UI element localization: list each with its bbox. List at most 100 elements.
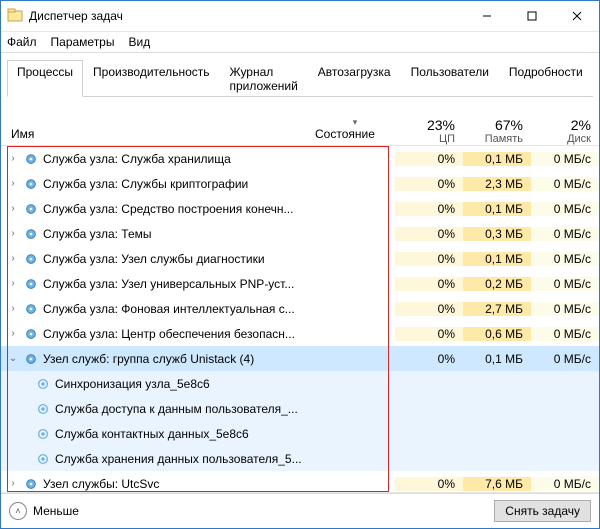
sort-indicator-status: ▾ (315, 117, 395, 127)
header-name[interactable]: Имя (1, 117, 315, 145)
process-name: Служба хранения данных пользователя_5... (55, 452, 302, 466)
tab-performance[interactable]: Производительность (83, 60, 219, 97)
cell-disk: 0 МБ/с (531, 327, 599, 341)
expand-toggle[interactable]: › (7, 478, 19, 489)
header-name-label: Имя (11, 127, 34, 141)
table-row[interactable]: ›Узел службы: UtcSvc0%7,6 МБ0 МБ/с (1, 471, 599, 492)
header-disk-pct: 2% (571, 117, 591, 133)
process-name: Служба узла: Узел универсальных PNP-уст.… (43, 277, 294, 291)
table-row[interactable]: ›Служба узла: Средство построения конечн… (1, 196, 599, 221)
table-row[interactable]: › Служба узла: Служба хранилища 0%0,1 МБ0 … (1, 146, 599, 171)
cell-cpu: 0% (395, 152, 463, 166)
process-list[interactable]: ›Служба узла: Служба хранилища0%0,1 МБ0 … (1, 146, 599, 492)
table-row[interactable]: Служба доступа к данным пользователя_... (1, 396, 599, 421)
content: Имя ▾ Состояние 23% ЦП 67% Память 2% Дис… (1, 97, 599, 492)
cell-mem: 0,1 МБ (463, 152, 531, 166)
cell-cpu: 0% (395, 352, 463, 366)
process-name: Служба узла: Узел службы диагностики (43, 252, 265, 266)
cell-disk: 0 МБ/с (531, 202, 599, 216)
column-headers: Имя ▾ Состояние 23% ЦП 67% Память 2% Дис… (1, 97, 599, 146)
gear-icon (23, 151, 39, 167)
gear-icon (23, 251, 39, 267)
tab-users[interactable]: Пользователи (401, 60, 499, 97)
titlebar[interactable]: Диспетчер задач (1, 1, 599, 32)
service-icon (35, 376, 51, 392)
header-cpu[interactable]: 23% ЦП (395, 117, 463, 145)
app-icon (7, 8, 23, 24)
cell-disk: 0 МБ/с (531, 277, 599, 291)
process-name: Служба узла: Службы криптографии (43, 177, 248, 191)
cell-cpu: 0% (395, 202, 463, 216)
gear-icon (23, 201, 39, 217)
menu-view[interactable]: Вид (128, 35, 150, 49)
header-status[interactable]: ▾ Состояние (315, 117, 395, 145)
expand-toggle[interactable]: › (7, 253, 19, 264)
minimize-button[interactable] (464, 2, 509, 31)
fewer-details-label: Меньше (33, 504, 79, 518)
gear-icon (23, 326, 39, 342)
header-memory[interactable]: 67% Память (463, 117, 531, 145)
cell-cpu: 0% (395, 277, 463, 291)
menu-file[interactable]: Файл (7, 35, 37, 49)
table-row[interactable]: ›Служба узла: Узел службы диагностики0%0… (1, 246, 599, 271)
tab-processes[interactable]: Процессы (7, 60, 83, 97)
expand-toggle[interactable]: › (7, 178, 19, 189)
table-row[interactable]: Служба хранения данных пользователя_5... (1, 446, 599, 471)
tab-services[interactable]: Службы (593, 60, 600, 97)
taskmgr-window: Диспетчер задач Файл Параметры Вид Проце… (0, 0, 600, 529)
process-name: Служба узла: Служба хранилища (43, 152, 231, 166)
end-task-button[interactable]: Снять задачу (494, 500, 591, 522)
expand-toggle[interactable]: › (7, 328, 19, 339)
cell-disk: 0 МБ/с (531, 227, 599, 241)
cell-mem: 0,6 МБ (463, 327, 531, 341)
header-mem-pct: 67% (495, 117, 523, 133)
expand-toggle[interactable]: › (7, 153, 19, 164)
gear-icon (23, 351, 39, 367)
cell-mem: 0,1 МБ (463, 252, 531, 266)
process-name: Служба контактных данных_5e8c6 (55, 427, 249, 441)
tab-details[interactable]: Подробности (499, 60, 593, 97)
header-disk[interactable]: 2% Диск (531, 117, 599, 145)
table-row[interactable]: ⌄Узел служб: группа служб Unistack (4)0%… (1, 346, 599, 371)
table-row[interactable]: ›Служба узла: Фоновая интеллектуальная с… (1, 296, 599, 321)
table-row[interactable]: Служба контактных данных_5e8c6 (1, 421, 599, 446)
cell-mem: 2,3 МБ (463, 177, 531, 191)
gear-icon (23, 276, 39, 292)
footer: ˄ Меньше Снять задачу (1, 493, 599, 528)
process-name: Служба узла: Темы (43, 227, 152, 241)
process-name: Служба узла: Центр обеспечения безопасн.… (43, 327, 295, 341)
expand-toggle[interactable]: › (7, 303, 19, 314)
maximize-button[interactable] (509, 2, 554, 31)
window-title: Диспетчер задач (29, 9, 464, 23)
cell-mem: 0,3 МБ (463, 227, 531, 241)
cell-cpu: 0% (395, 177, 463, 191)
cell-mem: 2,7 МБ (463, 302, 531, 316)
cell-cpu: 0% (395, 227, 463, 241)
gear-icon (23, 226, 39, 242)
close-button[interactable] (554, 2, 599, 31)
header-disk-label: Диск (567, 133, 591, 145)
cell-disk: 0 МБ/с (531, 152, 599, 166)
expand-toggle[interactable]: ⌄ (7, 353, 19, 364)
service-icon (35, 426, 51, 442)
expand-toggle[interactable]: › (7, 228, 19, 239)
cell-disk: 0 МБ/с (531, 477, 599, 491)
tab-app-history[interactable]: Журнал приложений (220, 60, 308, 97)
cell-cpu: 0% (395, 252, 463, 266)
expand-toggle[interactable]: › (7, 278, 19, 289)
table-row[interactable]: › Служба узла: Службы криптографии 0%2,3 М… (1, 171, 599, 196)
table-row[interactable]: › Служба узла: Темы 0%0,3 МБ0 МБ/с (1, 221, 599, 246)
cell-disk: 0 МБ/с (531, 252, 599, 266)
cell-cpu: 0% (395, 327, 463, 341)
tab-startup[interactable]: Автозагрузка (308, 60, 401, 97)
expand-toggle[interactable]: › (7, 203, 19, 214)
table-row[interactable]: Синхронизация узла_5e8c6 (1, 371, 599, 396)
process-name: Служба доступа к данным пользователя_... (55, 402, 298, 416)
table-row[interactable]: › Служба узла: Центр обеспечения безопасн… (1, 321, 599, 346)
fewer-details-button[interactable]: ˄ Меньше (9, 502, 79, 520)
service-icon (35, 451, 51, 467)
cell-cpu: 0% (395, 477, 463, 491)
menu-options[interactable]: Параметры (51, 35, 115, 49)
table-row[interactable]: › Служба узла: Узел универсальных PNP-уст… (1, 271, 599, 296)
chevron-up-icon: ˄ (9, 502, 27, 520)
